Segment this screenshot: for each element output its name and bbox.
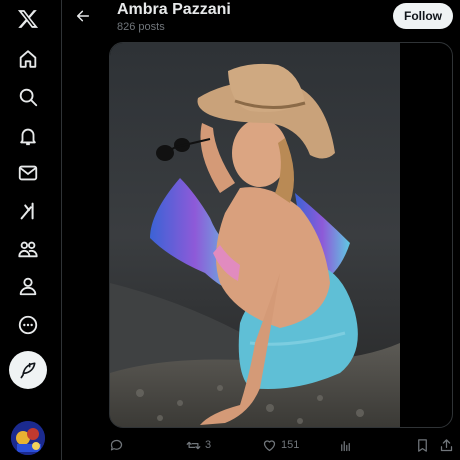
profile-icon[interactable]	[8, 266, 48, 306]
compose-button[interactable]	[9, 351, 47, 389]
follow-button[interactable]: Follow	[393, 3, 453, 29]
share-upload-icon	[440, 438, 453, 451]
like-button[interactable]: 151	[262, 434, 299, 456]
messages-envelope-icon[interactable]	[8, 153, 48, 193]
notifications-bell-icon[interactable]	[8, 116, 48, 156]
views-button[interactable]	[338, 434, 357, 456]
x-logo-icon[interactable]	[8, 0, 48, 39]
profile-header: Ambra Pazzani 826 posts Follow	[63, 0, 460, 40]
like-count: 151	[281, 439, 300, 451]
post-actions: 3 151	[109, 434, 460, 456]
profile-name: Ambra Pazzani	[117, 1, 231, 18]
reply-bubble-icon	[110, 439, 123, 450]
post-photo[interactable]	[110, 43, 400, 428]
bookmark-button[interactable]	[415, 434, 430, 456]
share-button[interactable]	[439, 434, 454, 456]
search-icon[interactable]	[8, 77, 48, 117]
grok-icon[interactable]	[8, 191, 48, 231]
post-count: 826 posts	[117, 21, 165, 33]
side-navigation	[0, 0, 62, 460]
back-button[interactable]	[71, 4, 95, 28]
heart-icon	[263, 439, 276, 451]
account-avatar[interactable]	[11, 421, 45, 455]
reply-button[interactable]	[109, 434, 128, 456]
views-chart-icon	[341, 440, 350, 451]
more-circle-icon[interactable]	[8, 305, 48, 345]
bookmark-icon	[418, 438, 427, 452]
media-container	[109, 42, 453, 428]
retweet-count: 3	[205, 439, 212, 451]
retweet-icon	[186, 441, 201, 449]
retweet-button[interactable]: 3	[186, 434, 211, 456]
home-icon[interactable]	[8, 39, 48, 79]
arrow-left-icon	[76, 10, 90, 22]
communities-icon[interactable]	[8, 229, 48, 269]
compose-feather-icon	[20, 362, 36, 379]
